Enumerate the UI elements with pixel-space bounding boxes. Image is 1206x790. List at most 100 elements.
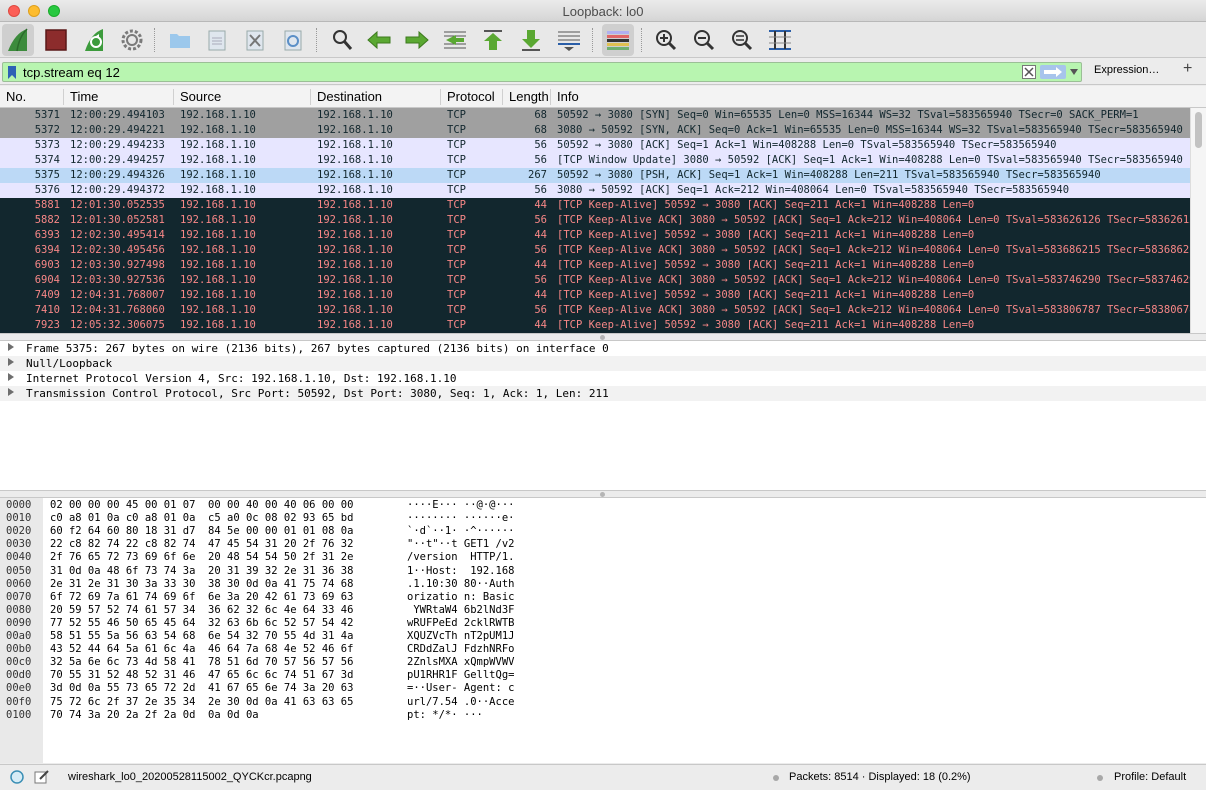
packet-length: 44 [534, 229, 547, 241]
autoscroll-button[interactable] [553, 24, 585, 56]
packet-row[interactable]: 5372 12:00:29.494221 192.168.1.10 192.168.1… [0, 123, 1190, 138]
add-filter-button[interactable]: + [1183, 60, 1192, 78]
byte-offset: 0000 [6, 499, 32, 511]
packet-time: 12:02:30.495414 [70, 229, 165, 241]
detail-tree-item[interactable]: Null/Loopback [0, 356, 1206, 371]
go-to-packet-button[interactable] [439, 24, 471, 56]
packet-source: 192.168.1.10 [180, 244, 256, 256]
byte-offset: 00d0 [6, 669, 32, 682]
packet-row[interactable]: 7409 12:04:31.768007 192.168.1.10 192.168.1… [0, 288, 1190, 303]
save-file-button[interactable] [201, 24, 233, 56]
packet-time: 12:00:29.494103 [70, 109, 165, 121]
packet-number: 6393 [34, 229, 60, 241]
packet-protocol: TCP [447, 289, 466, 301]
packet-protocol: TCP [447, 229, 466, 241]
stop-capture-button[interactable] [40, 24, 72, 56]
first-packet-icon [484, 30, 502, 50]
byte-hex: 70 55 31 52 48 52 31 46 47 65 6c 6c 74 5… [50, 669, 354, 682]
column-header-source[interactable]: Source [174, 89, 311, 105]
column-header-info[interactable]: Info [551, 89, 1191, 105]
expression-button[interactable]: Expression… [1094, 64, 1159, 76]
byte-offset: 0010 [6, 512, 32, 525]
resize-columns-button[interactable] [764, 24, 796, 56]
packet-source: 192.168.1.10 [180, 259, 256, 271]
pane-splitter[interactable] [0, 333, 1206, 341]
reload-file-button[interactable] [277, 24, 309, 56]
scrollbar-thumb[interactable] [1195, 112, 1202, 148]
packet-row[interactable]: 5376 12:00:29.494372 192.168.1.10 192.168.1… [0, 183, 1190, 198]
column-header-destination[interactable]: Destination [311, 89, 441, 105]
zoom-in-button[interactable] [650, 24, 682, 56]
first-packet-button[interactable] [477, 24, 509, 56]
pane-splitter[interactable] [0, 490, 1206, 498]
title-bar: Loopback: lo0 [0, 0, 1206, 22]
packet-row[interactable]: 5882 12:01:30.052581 192.168.1.10 192.168.1… [0, 213, 1190, 228]
open-file-button[interactable] [164, 24, 196, 56]
expand-arrow-icon[interactable] [8, 358, 14, 366]
packet-row[interactable]: 6394 12:02:30.495456 192.168.1.10 192.168.1… [0, 243, 1190, 258]
detail-tree-item[interactable]: Internet Protocol Version 4, Src: 192.16… [0, 371, 1206, 386]
column-header-time[interactable]: Time [64, 89, 174, 105]
go-forward-button[interactable] [401, 24, 433, 56]
packet-row[interactable]: 6904 12:03:30.927536 192.168.1.10 192.168.1… [0, 273, 1190, 288]
packet-protocol: TCP [447, 274, 466, 286]
bookmark-icon[interactable] [7, 66, 17, 79]
packet-source: 192.168.1.10 [180, 304, 256, 316]
capture-options-button[interactable] [116, 24, 148, 56]
column-header-length[interactable]: Length [503, 89, 551, 105]
expert-info-icon[interactable] [10, 770, 24, 784]
column-header-no[interactable]: No. [0, 89, 64, 105]
expand-arrow-icon[interactable] [8, 373, 14, 381]
close-file-button[interactable] [239, 24, 271, 56]
main-toolbar [0, 22, 1206, 58]
byte-ascii: .1.10:30 80··Auth [407, 577, 515, 590]
zoom-out-button[interactable] [688, 24, 720, 56]
find-packet-button[interactable] [326, 24, 358, 56]
packet-destination: 192.168.1.10 [317, 214, 393, 226]
byte-offset: 00f0 [6, 695, 32, 708]
packet-destination: 192.168.1.10 [317, 139, 393, 151]
edit-comment-icon[interactable] [34, 769, 50, 785]
packet-destination: 192.168.1.10 [317, 289, 393, 301]
last-packet-button[interactable] [515, 24, 547, 56]
packet-row[interactable]: 5371 12:00:29.494103 192.168.1.10 192.168.1… [0, 108, 1190, 123]
packet-length: 68 [534, 124, 547, 136]
packet-length: 56 [534, 154, 547, 166]
packet-source: 192.168.1.10 [180, 124, 256, 136]
chevron-down-icon[interactable] [1070, 69, 1078, 75]
display-filter-input[interactable]: tcp.stream eq 12 [2, 62, 1082, 82]
packet-info: 50592 → 3080 [PSH, ACK] Seq=1 Ack=1 Win=… [557, 169, 1101, 181]
zoom-normal-button[interactable] [726, 24, 758, 56]
go-back-button[interactable] [363, 24, 395, 56]
packet-row[interactable]: 5374 12:00:29.494257 192.168.1.10 192.168.1… [0, 153, 1190, 168]
packet-row[interactable]: 5373 12:00:29.494233 192.168.1.10 192.168.1… [0, 138, 1190, 153]
colorize-button[interactable] [602, 24, 634, 56]
expand-arrow-icon[interactable] [8, 343, 14, 351]
open-folder-icon [170, 34, 190, 48]
restart-capture-button[interactable] [78, 24, 110, 56]
expand-arrow-icon[interactable] [8, 388, 14, 396]
packet-number: 5372 [34, 124, 60, 136]
packet-row[interactable]: 7410 12:04:31.768060 192.168.1.10 192.168.1… [0, 303, 1190, 318]
detail-tree-item[interactable]: Frame 5375: 267 bytes on wire (2136 bits… [0, 341, 1206, 356]
start-capture-button[interactable] [2, 24, 34, 56]
packet-source: 192.168.1.10 [180, 154, 256, 166]
packet-list-scrollbar[interactable] [1190, 108, 1206, 333]
clear-filter-icon[interactable] [1022, 65, 1036, 79]
byte-ascii: 1··Host: 192.168 [407, 564, 515, 577]
packet-number: 7410 [34, 304, 60, 316]
apply-filter-icon[interactable] [1040, 65, 1066, 79]
packet-source: 192.168.1.10 [180, 199, 256, 211]
packet-source: 192.168.1.10 [180, 289, 256, 301]
byte-hex: 2e 31 2e 31 30 3a 33 30 38 30 0d 0a 41 7… [50, 577, 354, 590]
profile-status[interactable]: Profile: Default [1114, 771, 1186, 783]
detail-tree-item[interactable]: Transmission Control Protocol, Src Port:… [0, 386, 1206, 401]
filter-text[interactable]: tcp.stream eq 12 [23, 65, 120, 80]
packet-row[interactable]: 6393 12:02:30.495414 192.168.1.10 192.168.1… [0, 228, 1190, 243]
packet-row[interactable]: 6903 12:03:30.927498 192.168.1.10 192.168.1… [0, 258, 1190, 273]
packet-row[interactable]: 5375 12:00:29.494326 192.168.1.10 192.168.1… [0, 168, 1190, 183]
packet-row[interactable]: 5881 12:01:30.052535 192.168.1.10 192.168.1… [0, 198, 1190, 213]
packet-row[interactable]: 7923 12:05:32.306075 192.168.1.10 192.168.1… [0, 318, 1190, 333]
packet-info: 50592 → 3080 [SYN] Seq=0 Win=65535 Len=0… [557, 109, 1139, 121]
column-header-protocol[interactable]: Protocol [441, 89, 503, 105]
